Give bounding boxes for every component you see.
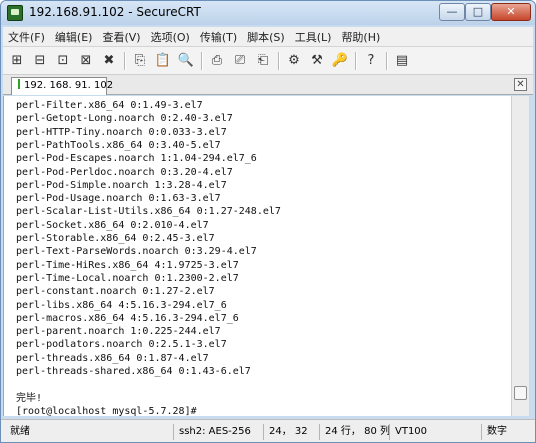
menu-file[interactable]: 文件(F) xyxy=(3,29,50,45)
connect-icon[interactable]: ⊞ xyxy=(7,51,27,71)
terminal-line: perl-Storable.x86_64 0:2.45-3.el7 xyxy=(16,233,215,244)
find-icon[interactable]: 🔍 xyxy=(176,51,196,71)
terminal-line: perl-Time-HiRes.x86_64 4:1.9725-3.el7 xyxy=(16,259,239,271)
status-ready: 就绪 xyxy=(10,426,30,437)
terminal-line: perl-threads-shared.x86_64 0:1.43-6.el7 xyxy=(16,366,251,377)
session-tab-bar: 192. 168. 91. 102 ✕ xyxy=(3,75,533,95)
terminal-line: perl-PathTools.x86_64 0:3.40-5.el7 xyxy=(16,139,221,151)
terminal-line: perl-Socket.x86_64 0:2.010-4.el7 xyxy=(16,219,209,231)
scrollbar-thumb[interactable] xyxy=(514,386,527,400)
maximize-button[interactable]: □ xyxy=(465,3,491,21)
minimize-button[interactable]: — xyxy=(439,3,465,21)
session-options-icon[interactable]: ⚙ xyxy=(284,51,304,71)
terminal-scrollbar[interactable] xyxy=(511,96,529,416)
terminal-output[interactable]: perl-Filter.x86_64 0:1.49-3.el7 perl-Geto… xyxy=(3,96,511,416)
close-tab-button[interactable]: ✕ xyxy=(514,78,527,91)
connected-status-icon xyxy=(18,79,20,89)
status-cipher: ssh2: AES-256 xyxy=(173,424,251,440)
terminal-line: perl-macros.x86_64 4:5.16.3-294.el7_6 xyxy=(16,312,239,324)
terminal-line: perl-podlators.noarch 0:2.5.1-3.el7 xyxy=(16,339,227,351)
menu-options[interactable]: 选项(O) xyxy=(146,29,195,45)
print-setup-icon[interactable]: ⎙ xyxy=(207,51,227,71)
terminal-line: perl-Scalar-List-Utils.x86_64 0:1.27-248… xyxy=(16,206,281,218)
securecrt-app-icon xyxy=(7,5,23,21)
menu-help[interactable]: 帮助(H) xyxy=(336,29,385,45)
status-cursor-position: 24， 32 xyxy=(263,424,308,440)
menu-transfer[interactable]: 传输(T) xyxy=(195,29,242,45)
toolbar-separator xyxy=(201,51,203,70)
terminal-line: perl-Time-Local.noarch 0:1.2300-2.el7 xyxy=(16,272,239,284)
terminal-line: perl-Getopt-Long.noarch 0:2.40-3.el7 xyxy=(16,113,233,125)
session-tab-label: 192. 168. 91. 102 xyxy=(24,80,114,91)
status-numlock: 数字 xyxy=(481,424,507,440)
disconnect-icon[interactable]: ✖ xyxy=(99,51,119,71)
terminal-line: perl-Pod-Usage.noarch 0:1.63-3.el7 xyxy=(16,193,221,205)
reconnect-icon[interactable]: ⊠ xyxy=(76,51,96,71)
status-bar: 就绪 ssh2: AES-256 24， 32 24 行， 80 列 VT100… xyxy=(1,419,535,442)
toolbar: ⊞ ⊟ ⊡ ⊠ ✖ ⎘ 📋 🔍 ⎙ ⎚ ⎗ ⚙ ⚒ 🔑 ? ▤ xyxy=(3,47,533,75)
terminal-line: perl-Filter.x86_64 0:1.49-3.el7 xyxy=(16,100,203,111)
terminal-line: [root@localhost mysql-5.7.28]# xyxy=(16,405,197,416)
window-title: 192.168.91.102 - SecureCRT xyxy=(29,5,201,19)
menu-bar: 文件(F) 编辑(E) 查看(V) 选项(O) 传输(T) 脚本(S) 工具(L… xyxy=(3,27,533,47)
terminal-line: perl-Pod-Perldoc.noarch 0:3.20-4.el7 xyxy=(16,166,233,178)
toolbar-separator xyxy=(355,51,357,70)
menu-script[interactable]: 脚本(S) xyxy=(242,29,290,45)
menu-view[interactable]: 查看(V) xyxy=(97,29,145,45)
terminal-line: perl-Pod-Escapes.noarch 1:1.04-294.el7_6 xyxy=(16,153,257,165)
copy-icon[interactable]: ⎘ xyxy=(130,51,150,71)
terminal-line: perl-constant.noarch 0:1.27-2.el7 xyxy=(16,286,215,298)
connect-tab-icon[interactable]: ⊡ xyxy=(53,51,73,71)
toolbar-separator xyxy=(386,51,388,70)
quick-connect-icon[interactable]: ⊟ xyxy=(30,51,50,71)
title-bar[interactable]: 192.168.91.102 - SecureCRT — □ ✕ xyxy=(1,1,535,25)
print-icon[interactable]: ⎚ xyxy=(230,51,250,71)
global-options-icon[interactable]: ⚒ xyxy=(307,51,327,71)
sftp-icon[interactable]: ▤ xyxy=(392,51,412,71)
menu-tools[interactable]: 工具(L) xyxy=(290,29,337,45)
printer-icon[interactable]: ⎗ xyxy=(253,51,273,71)
help-icon[interactable]: ? xyxy=(361,51,381,71)
toolbar-separator xyxy=(124,51,126,70)
session-tab[interactable]: 192. 168. 91. 102 xyxy=(11,77,113,95)
keymap-icon[interactable]: 🔑 xyxy=(330,51,350,71)
terminal-line: perl-Text-ParseWords.noarch 0:3.29-4.el7 xyxy=(16,246,257,258)
terminal-line: perl-HTTP-Tiny.noarch 0:0.033-3.el7 xyxy=(16,126,227,138)
terminal-line: perl-libs.x86_64 4:5.16.3-294.el7_6 xyxy=(16,299,227,311)
status-terminal-size: 24 行， 80 列 xyxy=(319,424,390,440)
close-button[interactable]: ✕ xyxy=(491,3,531,21)
terminal-line: perl-parent.noarch 1:0.225-244.el7 xyxy=(16,326,221,338)
menu-edit[interactable]: 编辑(E) xyxy=(50,29,98,45)
terminal-line: perl-threads.x86_64 0:1.87-4.el7 xyxy=(16,352,209,364)
terminal-line: 完毕! xyxy=(16,392,43,404)
toolbar-separator xyxy=(278,51,280,70)
securecrt-window: 192.168.91.102 - SecureCRT — □ ✕ 文件(F) 编… xyxy=(0,0,536,443)
status-terminal-type: VT100 xyxy=(389,424,427,440)
terminal-line: perl-Pod-Simple.noarch 1:3.28-4.el7 xyxy=(16,179,227,191)
paste-icon[interactable]: 📋 xyxy=(153,51,173,71)
